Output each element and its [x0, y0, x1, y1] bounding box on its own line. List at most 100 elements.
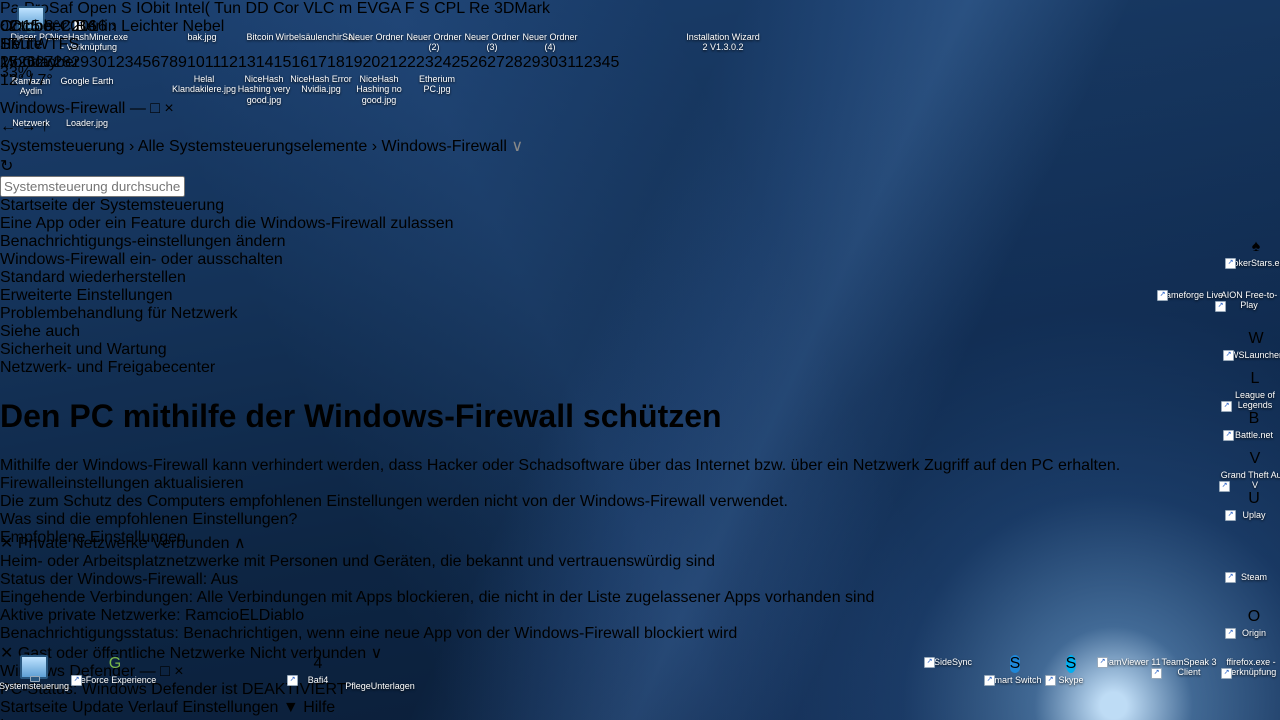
desktop-icon-teamspeak[interactable]: TeamSpeak 3 Client — [1152, 655, 1226, 678]
desktop-icon-pokerstars[interactable]: ♠ PokerStars.eu — [1226, 238, 1280, 268]
recommended-settings-link[interactable]: Was sind die empfohlenen Einstellungen? — [0, 511, 1280, 529]
breadcrumb-item[interactable]: Alle Systemsteuerungselemente — [138, 138, 367, 155]
calendar-next-icon[interactable]: › — [111, 18, 116, 35]
firewall-titlebar[interactable]: Windows-Firewall — □ × — [0, 100, 1280, 118]
calendar-cell: 6 — [151, 54, 160, 71]
icon-label: Uplay — [1242, 510, 1265, 520]
installer-icon — [709, 6, 737, 30]
control-panel-searchbox[interactable] — [0, 176, 1280, 197]
network-icon — [17, 92, 45, 116]
desktop-icon-sidesync[interactable]: SideSync — [925, 655, 981, 667]
desktop-icon-loader-jpg[interactable]: Loader.jpg — [56, 92, 118, 128]
desktop-icon-skype[interactable]: S Skype — [1046, 655, 1096, 685]
icon-label: NiceHash Hashing very good.jpg — [232, 74, 296, 105]
sidebar-task-link[interactable]: Eine App oder ein Feature durch die Wind… — [0, 215, 1280, 233]
breadcrumb-dropdown-icon[interactable]: ∨ — [511, 138, 523, 155]
help-menu[interactable]: ▼ Hilfe — [283, 699, 335, 716]
search-input[interactable] — [0, 176, 185, 197]
sidebar-task-link[interactable]: Problembehandlung für Netzwerk — [0, 305, 1280, 323]
breadcrumb-item[interactable]: Systemsteuerung — [0, 138, 125, 155]
calendar-cell: 1 — [575, 54, 584, 71]
collapse-icon[interactable]: ∧ — [234, 535, 246, 552]
desktop-icon-league-of-legends[interactable]: L League of Legends — [1222, 370, 1280, 411]
calendar-cell: 2 — [584, 54, 593, 71]
desktop-icon-smart-switch[interactable]: S Smart Switch — [985, 655, 1045, 685]
desktop-icon-systemsteuerung[interactable]: Systemsteuerung — [2, 655, 66, 691]
tearoff-day: 17 — [0, 36, 97, 54]
desktop-icon-battlenet[interactable]: B Battle.net — [1224, 410, 1280, 440]
desktop-icon-installation-wizard[interactable]: Installation Wizard 2 V1.3.0.2 — [686, 6, 760, 53]
desktop-icon-netzwerk[interactable]: Netzwerk — [2, 92, 60, 128]
sidebar-task-link[interactable]: Windows-Firewall ein- oder ausschalten — [0, 251, 1280, 269]
see-also-title: Siehe auch — [0, 323, 1280, 341]
calendar-cell: 10 — [187, 54, 205, 71]
breadcrumb[interactable]: Systemsteuerung › Alle Systemsteuerungse… — [0, 136, 1280, 156]
tab-startseite[interactable]: Startseite — [0, 699, 68, 716]
private-networks-header[interactable]: ✕ Private Netzwerke Verbunden ∧ — [0, 533, 1280, 553]
sidebar-task-link[interactable]: Benachrichtigungs-einstellungen ändern — [0, 233, 1280, 251]
calendar-cell: 11 — [205, 54, 220, 71]
calendar-cell: 25 — [452, 54, 470, 71]
uplay-icon: U — [1248, 490, 1260, 508]
maximize-button[interactable]: □ — [160, 663, 170, 680]
calendar-cell: 13 — [238, 54, 256, 71]
calendar-cell: 20 — [363, 54, 381, 71]
windows-firewall-window: Windows-Firewall — □ × ← → ↑ Systemsteue… — [0, 100, 1280, 663]
desktop: Dieser PC NiceHashMiner.exe - Verknüpfun… — [0, 0, 1280, 720]
calendar-cell: 7 — [160, 54, 169, 71]
desktop-icon-origin[interactable]: O Origin — [1226, 608, 1280, 638]
calendar-cell: 31 — [558, 54, 575, 71]
desktop-icon-firefox[interactable]: ffirefox.exe - Verknüpfung — [1222, 655, 1280, 678]
tab-update[interactable]: Update — [72, 699, 124, 716]
calendar-cell: 23 — [416, 54, 434, 71]
desktop-icon-geforce-experience[interactable]: G GeForce Experience — [72, 655, 158, 685]
breadcrumb-item[interactable]: Windows-Firewall — [382, 138, 507, 155]
see-also-link-sicherheit[interactable]: Sicherheit und Wartung — [0, 341, 1280, 359]
control-panel-icon — [20, 655, 48, 679]
calendar-cell: 15 — [274, 54, 292, 71]
calendar-cell: 17 — [309, 54, 327, 71]
minimize-button[interactable]: — — [130, 100, 146, 117]
bf4-icon: 4 — [314, 655, 323, 673]
icon-label: NiceHash Hashing no good.jpg — [346, 74, 412, 105]
desktop-icon-steam[interactable]: Steam — [1226, 570, 1280, 582]
desktop-icon-bafi4[interactable]: 4 Bafi4 — [288, 655, 348, 685]
detail-row: Aktive private Netzwerke: RamcioELDiablo — [0, 607, 1280, 625]
calendar-cell: 14 — [256, 54, 274, 71]
icon-label: SideSync — [934, 657, 972, 667]
desktop-icon-pflegeunterlagen[interactable]: PflegeUnterlagen — [344, 655, 416, 691]
desktop-icon-uplay[interactable]: U Uplay — [1226, 490, 1280, 520]
icon-label: GeForce Experience — [74, 675, 157, 685]
icon-label: Bafi4 — [308, 675, 329, 685]
desktop-icon-gta5[interactable]: V Grand Theft Auto V — [1220, 450, 1280, 491]
league-of-legends-icon: L — [1251, 370, 1260, 388]
close-button[interactable]: × — [164, 100, 173, 117]
tab-verlauf[interactable]: Verlauf — [128, 699, 178, 716]
calendar-cell: 12 — [220, 54, 238, 71]
see-also-link-netzwerk[interactable]: Netzwerk- und Freigabecenter — [0, 359, 1280, 377]
address-bar: ← → ↑ Systemsteuerung › Alle Systemsteue… — [0, 118, 1280, 197]
sidebar-task-link[interactable]: Startseite der Systemsteuerung — [0, 197, 1280, 215]
sidebar-task-link[interactable]: Standard wiederherstellen — [0, 269, 1280, 287]
icon-label: Steam — [1241, 572, 1267, 582]
tearoff-calendar-widget[interactable]: October 2016 17 Monday — [0, 18, 97, 72]
calendar-cell: 5 — [611, 54, 620, 71]
origin-icon: O — [1248, 608, 1260, 626]
close-button[interactable]: × — [174, 663, 183, 680]
settings-menu[interactable]: Einstellungen — [182, 699, 283, 716]
image-file-icon — [73, 92, 101, 116]
tearoff-weekday: Monday — [0, 54, 97, 72]
calendar-cell: 19 — [345, 54, 363, 71]
desktop-icon-wslauncher[interactable]: W WSLauncher — [1224, 330, 1280, 360]
calendar-cell: 16 — [291, 54, 309, 71]
sidebar-task-link[interactable]: Erweiterte Einstellungen — [0, 287, 1280, 305]
refresh-icon[interactable]: ↻ — [0, 158, 13, 175]
calendar-cell: 8 — [169, 54, 178, 71]
calendar-cell: 1 — [107, 54, 116, 71]
maximize-button[interactable]: □ — [150, 100, 160, 117]
update-box-title: Firewalleinstellungen aktualisieren — [0, 475, 1280, 493]
desktop-icon-aion[interactable]: AION Free-to-Play — [1216, 288, 1280, 311]
geforce-icon: G — [109, 655, 121, 673]
detail-row: Eingehende Verbindungen: Alle Verbindung… — [0, 589, 1280, 607]
desktop-icon-gameforge[interactable]: Gameforge Live — [1158, 288, 1224, 300]
